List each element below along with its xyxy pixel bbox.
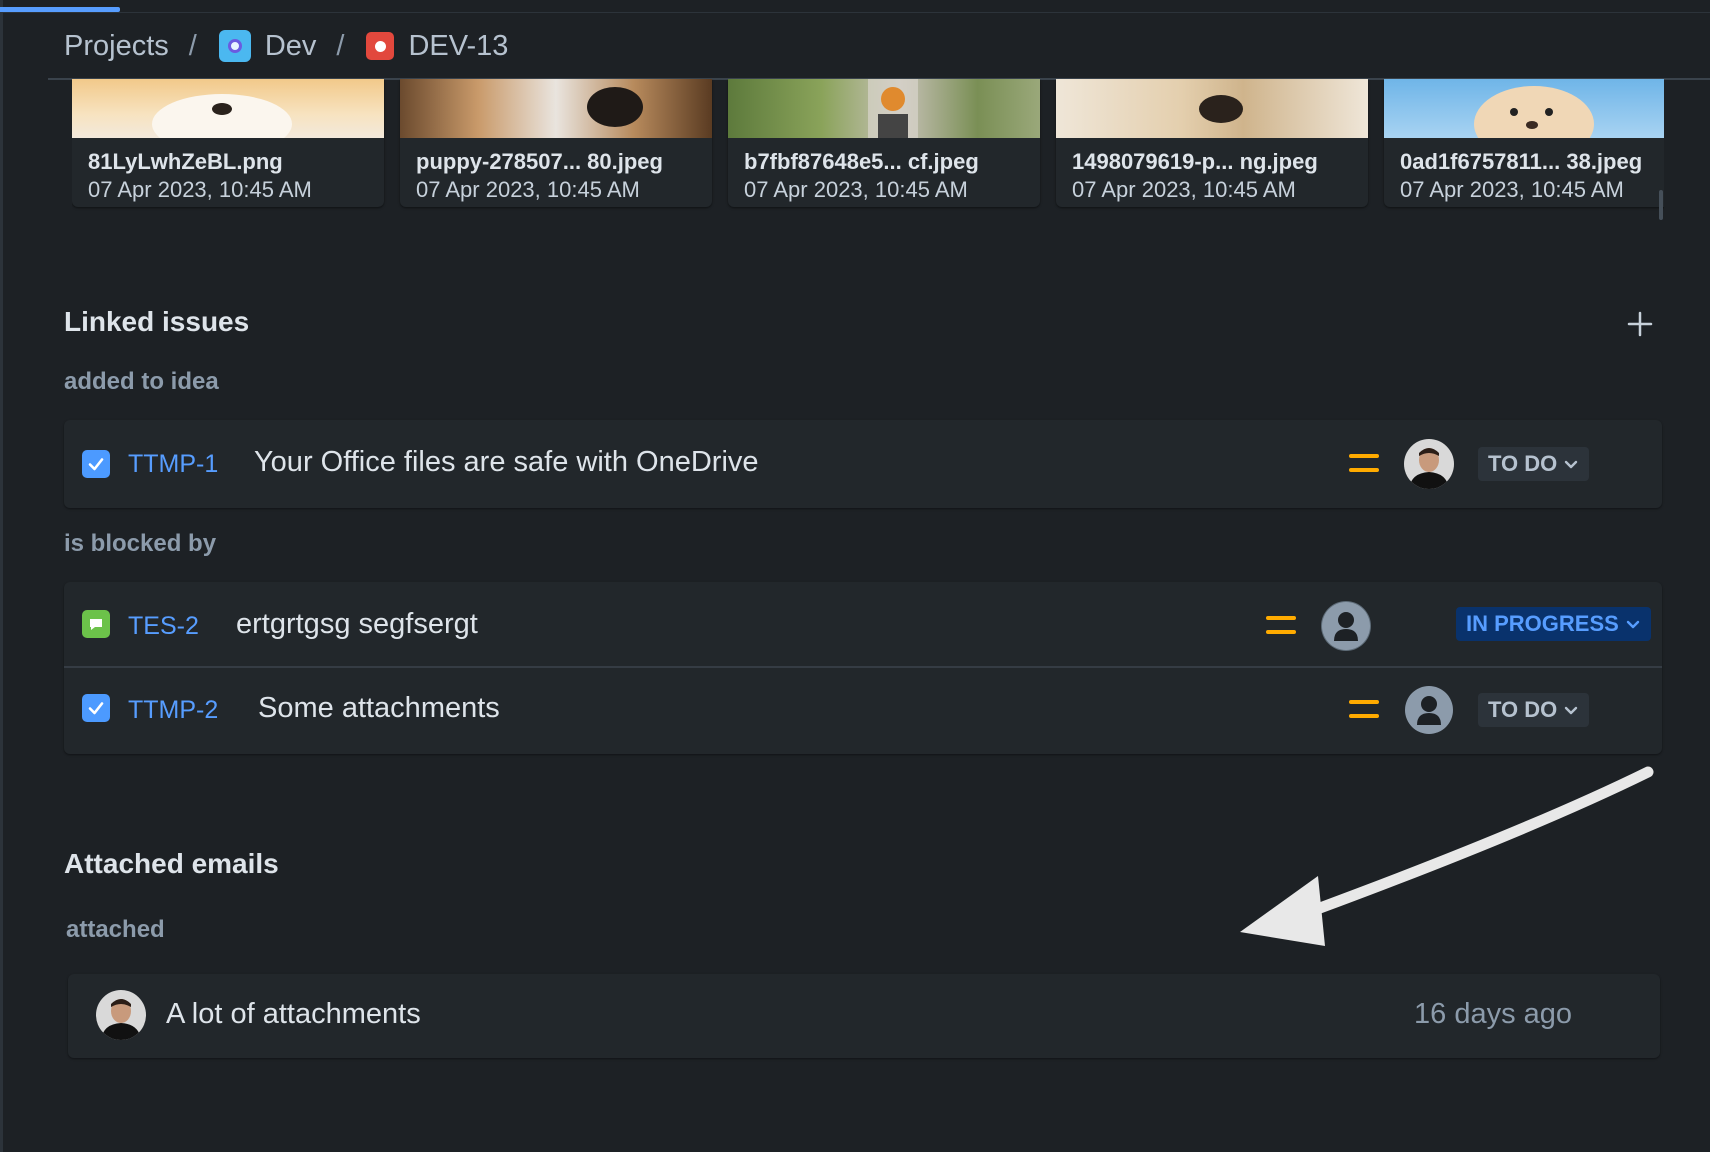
assignee-avatar[interactable] [1404,439,1454,489]
left-panel-border [0,0,3,1152]
attached-emails-title: Attached emails [64,848,279,879]
attachment-name: b7fbf87648e5... cf.jpeg [744,149,979,174]
attachments-strip[interactable]: 81LyLwhZeBL.png 07 Apr 2023, 10:45 AM pu… [72,79,1664,219]
linked-issues-group: TES-2 ertgrtgsg segfsergt IN PROGRESS TT… [64,582,1662,754]
attachment-date: 07 Apr 2023, 10:45 AM [88,177,312,202]
breadcrumb: Projects / Dev / DEV-13 [64,28,508,64]
linked-issues-group: TTMP-1 Your Office files are safe with O… [64,420,1662,508]
project-avatar-icon [218,30,251,62]
attachment-card[interactable]: puppy-278507... 80.jpeg 07 Apr 2023, 10:… [400,79,712,207]
attachment-date: 07 Apr 2023, 10:45 AM [416,177,640,202]
attachment-thumbnail [1384,79,1664,162]
attachment-name: 0ad1f6757811... 38.jpeg [1400,149,1643,174]
attachment-date: 07 Apr 2023, 10:45 AM [1400,177,1624,202]
email-subject[interactable]: A lot of attachments [166,998,421,1031]
assignee-avatar[interactable] [1404,685,1454,735]
attachment-thumbnail [1056,79,1368,138]
attached-email-row[interactable]: A lot of attachments 16 days ago [68,974,1660,1058]
issue-key-link[interactable]: TTMP-2 [128,696,218,725]
priority-medium-icon [1266,616,1296,636]
checkbox-task-icon [82,694,110,722]
email-timestamp: 16 days ago [1414,998,1573,1030]
chevron-down-icon [1565,460,1578,469]
issue-summary[interactable]: Your Office files are safe with OneDrive [254,446,759,479]
priority-medium-icon [1349,454,1379,474]
annotation-arrow-icon [1240,766,1654,946]
assignee-avatar[interactable] [1321,601,1371,651]
link-type-label: is blocked by [64,530,217,557]
plus-icon [1627,311,1653,337]
link-type-label: added to idea [64,368,219,395]
story-icon [82,610,110,638]
attachment-date: 07 Apr 2023, 10:45 AM [744,177,968,202]
issue-key-link[interactable]: TES-2 [128,612,199,641]
attachment-card[interactable]: b7fbf87648e5... cf.jpeg 07 Apr 2023, 10:… [728,79,1040,207]
attachment-thumbnail [72,79,384,154]
issue-key-link[interactable]: TTMP-1 [128,450,218,479]
linked-issues-title: Linked issues [64,306,250,337]
checkbox-task-icon [82,450,110,478]
attachment-name: 1498079619-p... ng.jpeg [1072,149,1318,174]
issue-summary[interactable]: Some attachments [258,692,500,725]
breadcrumb-separator: / [336,29,345,62]
breadcrumb-project[interactable]: Dev [218,30,316,63]
issue-summary[interactable]: ertgrtgsg segfsergt [236,608,478,641]
add-linked-issue-button[interactable] [1622,306,1658,342]
breadcrumb-projects[interactable]: Projects [64,30,169,63]
priority-medium-icon [1349,700,1379,720]
attachment-card[interactable]: 81LyLwhZeBL.png 07 Apr 2023, 10:45 AM [72,79,384,207]
loading-progress-bar [0,7,120,12]
attachments-scrollbar[interactable] [1659,190,1663,220]
attachment-card[interactable]: 0ad1f6757811... 38.jpeg 07 Apr 2023, 10:… [1384,79,1664,207]
attachment-name: 81LyLwhZeBL.png [88,149,283,174]
chevron-down-icon [1565,706,1578,715]
sender-avatar [96,990,146,1040]
linked-issue-row[interactable]: TTMP-1 Your Office files are safe with O… [64,420,1662,508]
status-dropdown[interactable]: TO DO [1478,693,1590,727]
top-divider [0,12,1710,13]
status-dropdown[interactable]: TO DO [1478,447,1590,481]
chevron-down-icon [1626,620,1640,629]
attachment-thumbnail [728,79,1040,138]
attached-label: attached [66,916,165,943]
attachment-thumbnail [400,79,712,138]
attachment-card[interactable]: 1498079619-p... ng.jpeg 07 Apr 2023, 10:… [1056,79,1368,207]
linked-issue-row[interactable]: TTMP-2 Some attachments TO DO [64,666,1662,752]
breadcrumb-separator: / [188,29,197,62]
status-dropdown[interactable]: IN PROGRESS [1456,607,1651,641]
bug-icon [366,32,395,60]
linked-issue-row[interactable]: TES-2 ertgrtgsg segfsergt IN PROGRESS [64,582,1662,666]
attachment-name: puppy-278507... 80.jpeg [416,149,663,174]
breadcrumb-issue[interactable]: DEV-13 [366,30,508,63]
attachment-date: 07 Apr 2023, 10:45 AM [1072,177,1296,202]
